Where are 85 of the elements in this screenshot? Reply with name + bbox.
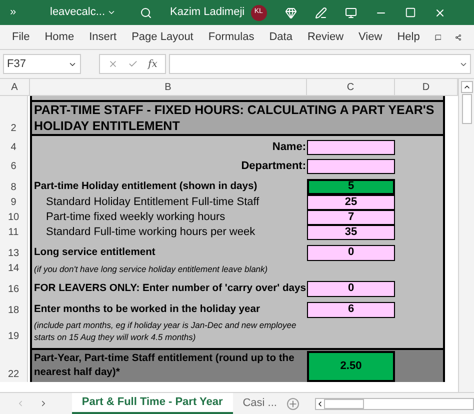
search-icon[interactable] — [140, 6, 152, 18]
add-sheet-icon[interactable] — [286, 398, 299, 410]
sheet-tab[interactable]: Part & Full Time - Part Year — [72, 393, 233, 414]
row-number: 4 — [10, 141, 16, 155]
row-number: 13 — [8, 247, 20, 261]
row-header[interactable]: 16 — [0, 280, 28, 297]
row-header[interactable]: 19 — [0, 318, 28, 344]
input-cell[interactable]: 7 — [307, 210, 395, 225]
row-number: 2 — [10, 122, 16, 136]
note-text: (include part months, eg if holiday year is Jan-Dec and new employee starts on 15 Aug they will work 4.5 months) — [34, 319, 298, 343]
input-cell[interactable]: 5 — [307, 178, 395, 194]
overflow-button[interactable]: » — [10, 4, 50, 21]
close-icon[interactable] — [434, 6, 446, 18]
horizontal-scrollbar[interactable] — [314, 398, 474, 410]
input-cell[interactable] — [307, 159, 395, 174]
scroll-up-button[interactable] — [460, 81, 472, 93]
ribbon-tab[interactable]: Help — [397, 28, 420, 46]
input-cell[interactable]: 0 — [307, 280, 395, 296]
user-name: Kazim Ladimeji — [170, 5, 245, 20]
row-header[interactable]: 8 — [0, 178, 28, 195]
comment-icon[interactable] — [434, 32, 442, 42]
input-cell[interactable]: 0 — [307, 244, 395, 260]
ribbon-tab[interactable]: Home — [44, 28, 74, 46]
row-header[interactable]: 10 — [0, 210, 28, 225]
check-icon[interactable] — [128, 59, 138, 69]
row-label: Long service entitlement — [34, 246, 156, 260]
row-number: 19 — [8, 330, 20, 344]
row-number: 6 — [10, 160, 16, 174]
row-label: Standard Holiday Entitlement Full-time Staff — [46, 195, 260, 210]
input-cell[interactable]: 6 — [307, 302, 395, 318]
field-label: Department: — [241, 159, 306, 174]
ribbon-tab[interactable]: Page Layout — [132, 28, 194, 46]
share-icon[interactable] — [455, 32, 462, 42]
insert-function-button[interactable]: fx — [148, 56, 158, 72]
row-number: 8 — [10, 181, 16, 195]
ribbon-tab[interactable]: View — [358, 28, 382, 46]
row-header[interactable]: 14 — [0, 261, 28, 276]
caret-icon — [107, 8, 116, 17]
row-header[interactable]: 6 — [0, 159, 28, 174]
ribbon-tab[interactable]: Review — [307, 28, 344, 46]
display-icon[interactable] — [344, 6, 357, 18]
diamond-icon[interactable] — [284, 6, 297, 18]
input-cell[interactable]: 35 — [307, 225, 395, 240]
row-number: 11 — [8, 226, 19, 240]
arrow-up-icon — [462, 83, 470, 91]
ribbon-tab[interactable]: Insert — [89, 28, 117, 46]
pen-icon[interactable] — [314, 6, 327, 18]
row-header[interactable]: 13 — [0, 244, 28, 261]
scroll-thumb[interactable] — [462, 94, 472, 124]
result-label: Part-Year, Part-time Staff entitlement (round up to the nearest half day)* — [34, 353, 294, 378]
sheet-tab[interactable]: Casi ... — [232, 395, 287, 412]
ribbon-tab[interactable]: Data — [269, 28, 292, 46]
row-header[interactable]: 9 — [0, 195, 28, 210]
column-header[interactable]: A — [0, 79, 30, 95]
formula-field[interactable] — [169, 54, 471, 74]
note-text: (if you don't have long service holiday entitlement leave blank) — [34, 262, 268, 274]
column-header[interactable]: C — [307, 79, 395, 95]
row-label: Enter months to be worked in the holiday year — [34, 302, 260, 317]
row-number: 9 — [10, 196, 16, 210]
row-header[interactable]: 22 — [0, 348, 28, 382]
row-number: 18 — [8, 304, 20, 318]
sheet-title: PART-TIME STAFF - FIXED HOURS: CALCULATING A PART YEAR'S HOLIDAY ENTITLEMENT — [34, 102, 436, 134]
cancel-icon[interactable] — [108, 59, 118, 69]
maximize-icon[interactable] — [404, 7, 416, 18]
row-label: Standard Full-time working hours per week — [46, 225, 256, 240]
input-cell[interactable]: 25 — [307, 195, 395, 210]
row-number: 14 — [8, 262, 20, 276]
ribbon-tab[interactable]: File — [12, 28, 30, 46]
row-header[interactable]: 4 — [0, 140, 28, 155]
column-header[interactable]: B — [30, 79, 307, 95]
field-label: Name: — [272, 140, 306, 156]
name-box[interactable]: F37 — [3, 54, 81, 74]
row-label: FOR LEAVERS ONLY: Enter number of 'carry over' days — [34, 282, 306, 296]
row-number: 10 — [8, 211, 20, 225]
input-cell[interactable]: 2.50 — [307, 351, 395, 382]
ribbon-tab[interactable]: Formulas — [208, 28, 254, 46]
row-number: 22 — [8, 368, 20, 382]
row-header[interactable]: 2 — [0, 100, 28, 136]
row-header[interactable]: 11 — [0, 225, 28, 240]
row-label: Part-time fixed weekly working hours — [46, 210, 226, 226]
row-label: Part-time Holiday entitlement (shown in days) — [34, 180, 258, 194]
file-name[interactable]: leavecalc... — [50, 4, 140, 21]
row-number: 16 — [8, 283, 20, 297]
input-cell[interactable] — [307, 140, 395, 155]
row-header[interactable]: 18 — [0, 301, 28, 318]
